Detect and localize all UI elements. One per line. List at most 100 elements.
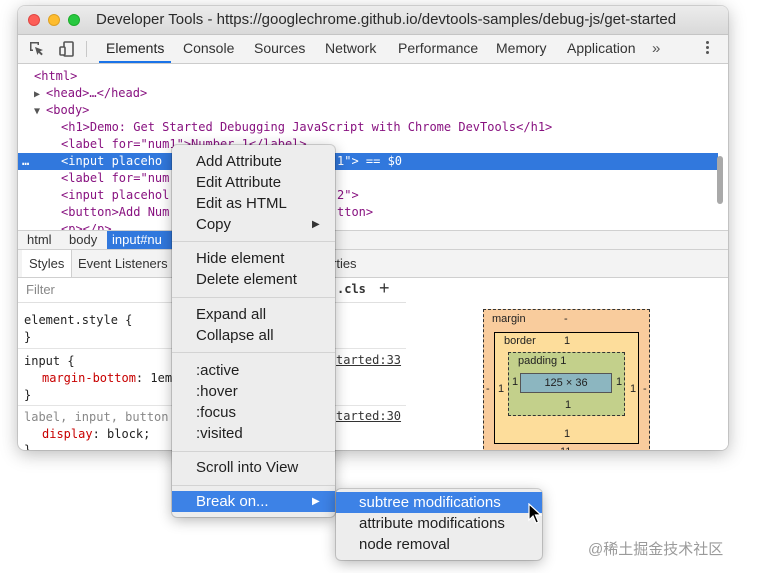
context-menu: Add Attribute Edit Attribute Edit as HTM…	[172, 145, 335, 517]
breadcrumb-body[interactable]: body	[69, 231, 97, 249]
dom-node-p[interactable]: <p></p>	[18, 221, 718, 230]
tab-application[interactable]: Application	[567, 35, 636, 63]
menu-item-expand-all[interactable]: Expand all	[172, 304, 335, 325]
menu-separator	[172, 485, 335, 486]
menu-item-hide-element[interactable]: Hide element	[172, 248, 335, 269]
margin-bottom-value[interactable]: 11	[560, 446, 571, 450]
rule-label-close: }	[24, 443, 32, 450]
menu-separator	[172, 297, 335, 298]
menu-separator	[172, 241, 335, 242]
tab-memory[interactable]: Memory	[496, 35, 547, 63]
devtools-toolbar: Elements Console Sources Network Perform…	[18, 35, 728, 64]
filter-input[interactable]: Filter	[26, 282, 55, 297]
tab-elements[interactable]: Elements	[99, 35, 171, 63]
selected-node-ellipsis[interactable]: …	[22, 153, 29, 170]
rule-element-style-selector: element.style {	[24, 313, 133, 327]
box-model-diagram: margin - - - 11 border 1 1 1 1 padding 1…	[406, 278, 728, 450]
tab-performance[interactable]: Performance	[398, 35, 478, 63]
dom-node-button[interactable]: <button>Add Num tton>	[18, 204, 718, 221]
mouse-pointer-icon	[528, 503, 542, 524]
rule-label-input-button-selector: label, input, button	[24, 410, 169, 424]
toolbar-divider	[86, 41, 87, 57]
border-right-value[interactable]: 1	[630, 383, 636, 395]
tab-sources[interactable]: Sources	[254, 35, 305, 63]
rule-input-declaration[interactable]: margin-bottom: 1em	[42, 370, 172, 386]
tab-network[interactable]: Network	[325, 35, 376, 63]
tab-console[interactable]: Console	[183, 35, 234, 63]
menu-item-break-on[interactable]: Break on... ▶	[172, 491, 335, 512]
dom-node-head[interactable]: ▶ <head>…</head>	[18, 85, 718, 102]
border-left-value[interactable]: 1	[498, 383, 504, 395]
collapse-triangle-icon[interactable]: ▼	[34, 106, 46, 117]
tab-properties[interactable]: rties	[332, 250, 357, 277]
box-model-margin[interactable]: margin - - - 11 border 1 1 1 1 padding 1…	[483, 309, 650, 450]
breadcrumb-html[interactable]: html	[27, 231, 52, 249]
box-model-content-size[interactable]: 125 × 36	[520, 373, 612, 393]
rule-input-close: }	[24, 388, 32, 402]
border-bottom-value[interactable]: 1	[564, 428, 570, 440]
padding-bottom-value[interactable]: 1	[565, 399, 571, 411]
window-title: Developer Tools - https://googlechrome.g…	[96, 11, 677, 28]
menu-item-force-hover[interactable]: :hover	[172, 381, 335, 402]
dom-tree: <html> ▶ <head>…</head> ▼ <body> <h1>Dem…	[18, 64, 728, 230]
break-on-submenu: subtree modifications attribute modifica…	[336, 489, 542, 560]
menu-item-add-attribute[interactable]: Add Attribute	[172, 151, 335, 172]
menu-item-delete-element[interactable]: Delete element	[172, 269, 335, 290]
rule-label-source-link[interactable]: tarted:30	[336, 409, 401, 423]
box-model-border[interactable]: border 1 1 1 1 padding 1 1 1 1 125 × 36	[494, 332, 639, 444]
menu-item-collapse-all[interactable]: Collapse all	[172, 325, 335, 346]
box-model-padding[interactable]: padding 1 1 1 1 125 × 36	[508, 352, 625, 416]
tab-styles[interactable]: Styles	[22, 250, 73, 277]
expand-triangle-icon[interactable]: ▶	[34, 89, 46, 100]
dom-node-body[interactable]: ▼ <body>	[18, 102, 718, 119]
breadcrumb-input[interactable]: input#nu	[107, 231, 181, 249]
dom-node-input-selected[interactable]: … <input placeho 1"> == $0	[18, 153, 718, 170]
submenu-arrow-icon: ▶	[312, 219, 320, 230]
zoom-window-button[interactable]	[68, 14, 80, 26]
border-top-value[interactable]: 1	[564, 335, 570, 347]
padding-label: padding 1	[518, 355, 567, 367]
dom-node-h1[interactable]: <h1>Demo: Get Started Debugging JavaScri…	[18, 119, 718, 136]
menu-item-force-active[interactable]: :active	[172, 360, 335, 381]
margin-top-value[interactable]: -	[564, 313, 568, 325]
title-bar: Developer Tools - https://googlechrome.g…	[18, 6, 728, 35]
menu-item-edit-as-html[interactable]: Edit as HTML	[172, 193, 335, 214]
dom-node-label-num1[interactable]: <label for="num1">Number 1</label>	[18, 136, 718, 153]
minimize-window-button[interactable]	[48, 14, 60, 26]
device-toolbar-icon[interactable]	[58, 40, 76, 58]
rule-input-selector: input {	[24, 354, 75, 368]
menu-item-copy[interactable]: Copy ▶	[172, 214, 335, 235]
close-window-button[interactable]	[28, 14, 40, 26]
new-style-rule-button[interactable]: +	[379, 278, 390, 299]
breadcrumb: html body input#nu	[18, 230, 728, 250]
padding-right-value[interactable]: 1	[616, 376, 622, 388]
dom-node-input-2[interactable]: <input placehol 2">	[18, 187, 718, 204]
padding-left-value[interactable]: 1	[512, 376, 518, 388]
menu-separator	[172, 451, 335, 452]
dom-node-html[interactable]: <html>	[18, 68, 718, 85]
submenu-arrow-icon: ▶	[312, 496, 320, 507]
rule-input-source-link[interactable]: tarted:33	[336, 353, 401, 367]
more-tabs-button[interactable]: »	[652, 35, 660, 62]
margin-label: margin	[492, 313, 526, 325]
rule-display-declaration[interactable]: display: block;	[42, 426, 150, 442]
devtools-window: Developer Tools - https://googlechrome.g…	[18, 6, 728, 450]
dom-node-label-num2[interactable]: <label for="num	[18, 170, 718, 187]
styles-tabbar: Styles Event Listeners rties	[18, 250, 728, 278]
dom-scrollbar[interactable]	[717, 156, 723, 204]
menu-item-force-focus[interactable]: :focus	[172, 402, 335, 423]
cls-button[interactable]: .cls	[337, 282, 366, 296]
menu-item-scroll-into-view[interactable]: Scroll into View	[172, 457, 335, 478]
tab-event-listeners[interactable]: Event Listeners	[78, 250, 168, 277]
inspect-element-icon[interactable]	[28, 40, 46, 58]
submenu-item-attribute-modifications[interactable]: attribute modifications	[336, 513, 542, 534]
menu-item-force-visited[interactable]: :visited	[172, 423, 335, 444]
margin-left-value[interactable]: -	[486, 383, 490, 395]
margin-right-value[interactable]: -	[643, 383, 647, 395]
submenu-item-subtree-modifications[interactable]: subtree modifications	[336, 492, 542, 513]
watermark: @稀土掘金技术社区	[588, 541, 724, 558]
more-options-icon[interactable]	[704, 39, 710, 59]
submenu-item-node-removal[interactable]: node removal	[336, 534, 542, 555]
rule-element-style-close: }	[24, 330, 32, 344]
menu-item-edit-attribute[interactable]: Edit Attribute	[172, 172, 335, 193]
